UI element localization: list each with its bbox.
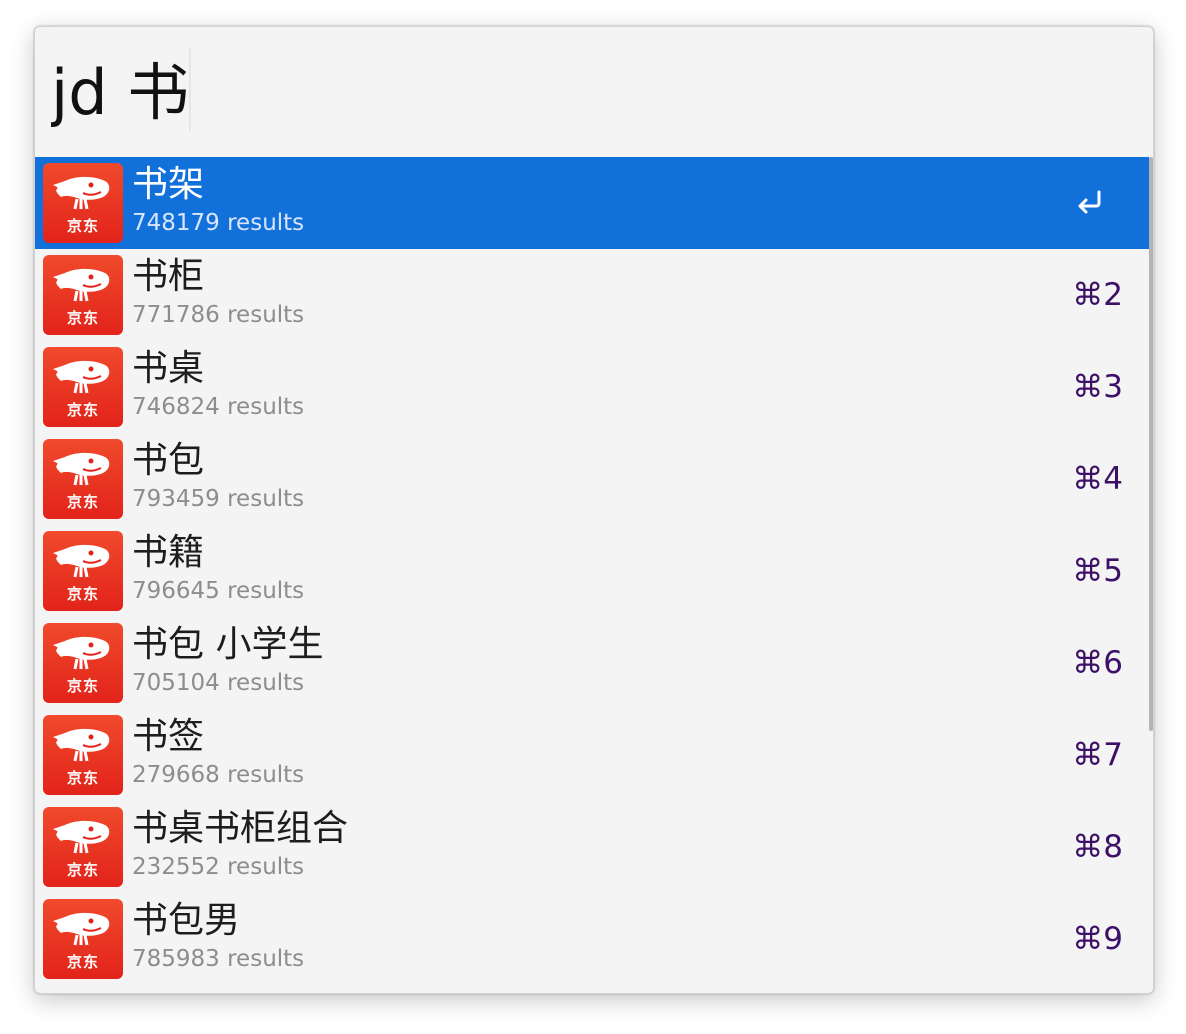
result-row[interactable]: 京东 书籍 796645 results ⌘5 <box>35 525 1149 617</box>
results-scrollbar[interactable] <box>1149 157 1153 731</box>
jd-app-icon: 京东 <box>43 715 123 795</box>
result-title: 书桌 <box>132 348 205 389</box>
jd-app-icon: 京东 <box>43 531 123 611</box>
result-row[interactable]: 京东 书桌书柜组合 232552 results ⌘8 <box>35 801 1149 893</box>
result-title: 书包 小学生 <box>132 624 324 665</box>
icon-label: 京东 <box>66 309 99 327</box>
result-row[interactable]: 京东 书柜 771786 results ⌘2 <box>35 249 1149 341</box>
result-title: 书包男 <box>132 900 241 941</box>
icon-label: 京东 <box>66 953 99 971</box>
jd-app-icon: 京东 <box>43 899 123 979</box>
result-subtitle: 232552 results <box>132 854 305 880</box>
result-row[interactable]: 京东 书架 748179 results <box>35 157 1149 249</box>
shortcut-label: ⌘8 <box>1072 829 1123 865</box>
icon-label: 京东 <box>66 677 99 695</box>
result-subtitle: 771786 results <box>132 302 305 328</box>
return-icon <box>1078 190 1101 214</box>
icon-label: 京东 <box>66 769 99 787</box>
search-caret <box>189 49 191 131</box>
result-title: 书包 <box>132 440 205 481</box>
jd-app-icon: 京东 <box>43 439 123 519</box>
icon-label: 京东 <box>66 401 99 419</box>
result-subtitle: 705104 results <box>132 670 305 696</box>
search-input[interactable] <box>51 51 1131 135</box>
result-title: 书签 <box>132 716 205 757</box>
shortcut-label: ⌘6 <box>1072 645 1123 681</box>
shortcut-label: ⌘5 <box>1072 553 1123 589</box>
icon-label: 京东 <box>66 493 99 511</box>
shortcut-label: ⌘9 <box>1072 921 1123 957</box>
result-row[interactable]: 京东 书包男 785983 results ⌘9 <box>35 893 1149 985</box>
shortcut-label: ⌘2 <box>1072 277 1123 313</box>
results-list: 京东 书架 748179 results 京东 书柜 771786 result… <box>35 157 1153 993</box>
shortcut-label: ⌘4 <box>1072 461 1123 497</box>
icon-label: 京东 <box>66 861 99 879</box>
result-title: 书柜 <box>132 256 205 297</box>
result-title: 书架 <box>132 164 205 205</box>
launcher-window: 京东 书架 748179 results 京东 书柜 7717 <box>34 26 1154 994</box>
result-row[interactable]: 京东 书桌 746824 results ⌘3 <box>35 341 1149 433</box>
result-subtitle: 748179 results <box>132 210 305 236</box>
search-bar <box>35 27 1153 157</box>
jd-app-icon: 京东 <box>43 163 123 243</box>
result-title: 书籍 <box>132 532 205 573</box>
jd-app-icon: 京东 <box>43 255 123 335</box>
result-subtitle: 279668 results <box>132 762 305 788</box>
icon-label: 京东 <box>66 217 99 235</box>
jd-app-icon: 京东 <box>43 807 123 887</box>
jd-app-icon: 京东 <box>43 623 123 703</box>
result-row[interactable]: 京东 书包 小学生 705104 results ⌘6 <box>35 617 1149 709</box>
result-row[interactable]: 京东 书签 279668 results ⌘7 <box>35 709 1149 801</box>
jd-app-icon: 京东 <box>43 347 123 427</box>
result-subtitle: 746824 results <box>132 394 305 420</box>
shortcut-label: ⌘7 <box>1072 737 1123 773</box>
result-subtitle: 793459 results <box>132 486 305 512</box>
result-subtitle: 785983 results <box>132 946 305 972</box>
shortcut-label: ⌘3 <box>1072 369 1123 405</box>
result-title: 书桌书柜组合 <box>132 808 349 849</box>
result-row[interactable]: 京东 书包 793459 results ⌘4 <box>35 433 1149 525</box>
icon-label: 京东 <box>66 585 99 603</box>
result-subtitle: 796645 results <box>132 578 305 604</box>
